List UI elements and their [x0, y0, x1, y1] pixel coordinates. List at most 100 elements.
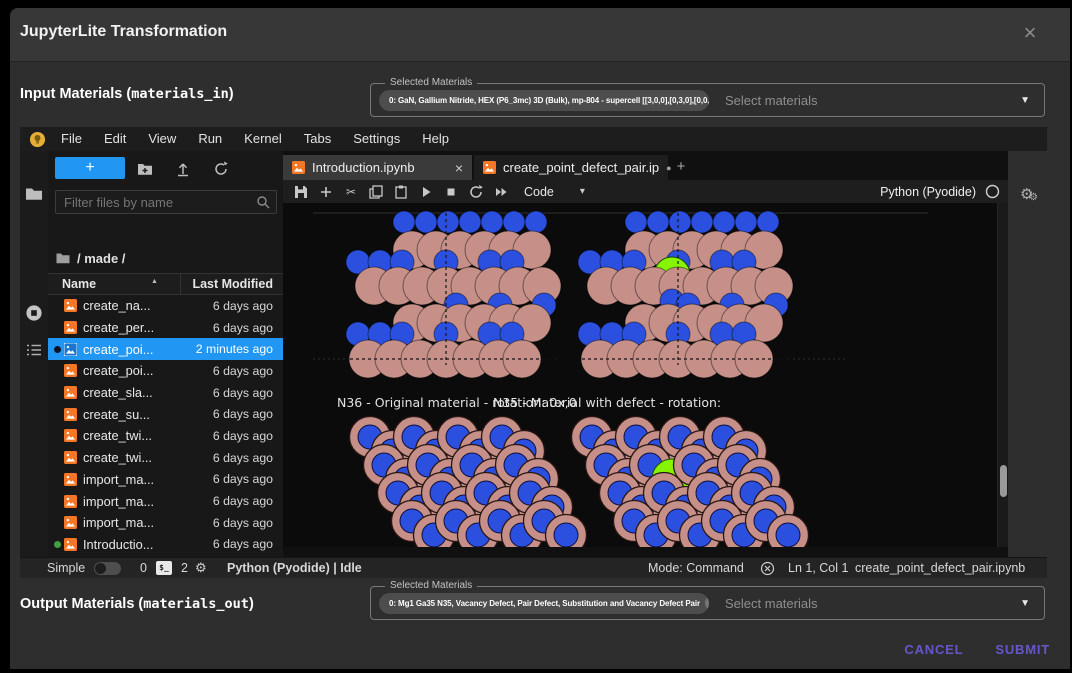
- cell-type-select[interactable]: Code ▾: [524, 185, 585, 199]
- file-row[interactable]: create_twi... 6 days ago: [48, 425, 283, 447]
- cancel-button[interactable]: CANCEL: [904, 642, 963, 657]
- file-row[interactable]: create_twi... 6 days ago: [48, 447, 283, 469]
- menu-view[interactable]: View: [137, 127, 187, 151]
- tab-label: Introduction.ipynb: [312, 160, 415, 175]
- file-status-dot: [54, 476, 61, 483]
- menu-file[interactable]: File: [50, 127, 93, 151]
- file-name: import_ma...: [83, 515, 154, 530]
- input-material-chip[interactable]: 0: GaN, Gallium Nitride, HEX (P6_3mc) 3D…: [379, 90, 709, 111]
- notebook-icon: [292, 161, 305, 174]
- output-materials-select[interactable]: Selected Materials 0: Mg1 Ga35 N35, Vaca…: [370, 586, 1045, 620]
- submit-button[interactable]: SUBMIT: [995, 642, 1050, 657]
- running-kernels-icon[interactable]: [25, 304, 43, 322]
- file-row[interactable]: Introductio... 6 days ago: [48, 534, 283, 556]
- refresh-icon[interactable]: [213, 161, 229, 177]
- home-folder-icon[interactable]: [56, 252, 70, 264]
- file-row[interactable]: create_sla... 6 days ago: [48, 382, 283, 404]
- kernel-name[interactable]: Python (Pyodide): [880, 185, 976, 199]
- dialog-header: JupyterLite Transformation ×: [10, 8, 1070, 62]
- file-row[interactable]: create_poi... 6 days ago: [48, 360, 283, 382]
- input-materials-select[interactable]: Selected Materials 0: GaN, Gallium Nitri…: [370, 83, 1045, 117]
- file-browser-tab-icon[interactable]: [25, 185, 43, 203]
- figure-caption-defect: N35 - Material with defect - rotation:: [493, 395, 721, 410]
- new-folder-icon[interactable]: [137, 161, 153, 177]
- chevron-down-icon[interactable]: ▼: [1020, 95, 1030, 106]
- breadcrumb[interactable]: / made /: [56, 249, 125, 267]
- notebook-icon: [64, 321, 77, 334]
- chevron-down-icon: ▾: [580, 186, 585, 197]
- kernel-status-icon: [985, 184, 1000, 199]
- output-select-placeholder: Select materials: [725, 596, 817, 611]
- file-row[interactable]: create_poi... 2 minutes ago: [48, 338, 283, 360]
- input-select-legend: Selected Materials: [385, 77, 477, 89]
- new-tab-button[interactable]: +: [668, 155, 694, 180]
- file-list: create_na... 6 days ago create_per... 6 …: [48, 295, 283, 557]
- file-browser: +: [48, 151, 283, 557]
- scrollbar-thumb[interactable]: [1000, 465, 1007, 497]
- file-row[interactable]: create_su... 6 days ago: [48, 403, 283, 425]
- save-button[interactable]: [294, 185, 308, 199]
- upload-icon[interactable]: [175, 161, 191, 177]
- tab-create-point-defect-pair[interactable]: create_point_defect_pair.ip ●: [474, 155, 668, 180]
- file-name: create_poi...: [83, 363, 153, 378]
- menu-items: FileEditViewRunKernelTabsSettingsHelp: [50, 127, 460, 151]
- filter-files-box[interactable]: [55, 190, 277, 214]
- interrupt-kernel-button[interactable]: [444, 185, 458, 199]
- file-modified: 6 days ago: [213, 472, 273, 486]
- cut-cells-icon[interactable]: ✂: [344, 185, 358, 199]
- gears-icon[interactable]: ⚙ ⚙: [1020, 185, 1033, 203]
- kernel-icon[interactable]: ⚙: [195, 558, 207, 578]
- menu-help[interactable]: Help: [411, 127, 460, 151]
- screen: JupyterLite Transformation × Input Mater…: [0, 0, 1072, 673]
- filter-files-input[interactable]: [56, 191, 276, 213]
- sort-ascending-icon[interactable]: ▲: [151, 278, 158, 285]
- file-name: create_sla...: [83, 385, 153, 400]
- file-modified: 6 days ago: [213, 451, 273, 465]
- file-name: create_twi...: [83, 450, 152, 465]
- run-cell-button[interactable]: [419, 185, 433, 199]
- cell-type-value: Code: [524, 185, 554, 199]
- remove-chip-icon[interactable]: ×: [705, 596, 709, 610]
- notebook-icon: [64, 343, 77, 356]
- cursor-position[interactable]: Ln 1, Col 1: [788, 558, 848, 578]
- jupyterlab-panel: FileEditViewRunKernelTabsSettingsHelp: [20, 127, 1047, 578]
- column-last-modified[interactable]: Last Modified: [192, 277, 273, 291]
- close-icon[interactable]: ×: [455, 160, 463, 176]
- notebook-scrollbar[interactable]: [997, 203, 1008, 547]
- table-of-contents-icon[interactable]: [25, 341, 43, 359]
- dialog-footer: CANCEL SUBMIT: [904, 642, 1050, 657]
- file-row[interactable]: import_ma... 6 days ago: [48, 512, 283, 534]
- new-launcher-button[interactable]: +: [55, 157, 125, 179]
- menu-tabs[interactable]: Tabs: [293, 127, 342, 151]
- simple-mode-toggle[interactable]: [94, 562, 121, 575]
- notebook-icon: [64, 473, 77, 486]
- close-icon[interactable]: ×: [1016, 20, 1044, 46]
- file-status-dot: [54, 432, 61, 439]
- run-all-cells-button[interactable]: [494, 185, 508, 199]
- paste-cells-button[interactable]: [394, 185, 408, 199]
- menu-run[interactable]: Run: [187, 127, 233, 151]
- tab-label: create_point_defect_pair.ip: [503, 160, 659, 175]
- menu-bar: FileEditViewRunKernelTabsSettingsHelp: [20, 127, 1047, 151]
- tab-introduction[interactable]: Introduction.ipynb ×: [283, 155, 472, 180]
- file-row[interactable]: create_na... 6 days ago: [48, 295, 283, 317]
- menu-edit[interactable]: Edit: [93, 127, 137, 151]
- kernels-count[interactable]: 2: [181, 558, 188, 578]
- restart-kernel-button[interactable]: [469, 185, 483, 199]
- file-row[interactable]: create_per... 6 days ago: [48, 317, 283, 339]
- menu-kernel[interactable]: Kernel: [233, 127, 293, 151]
- chevron-down-icon[interactable]: ▼: [1020, 598, 1030, 609]
- menu-settings[interactable]: Settings: [342, 127, 411, 151]
- output-material-chip[interactable]: 0: Mg1 Ga35 N35, Vacancy Defect, Pair De…: [379, 593, 709, 614]
- kernel-status-text[interactable]: Python (Pyodide) | Idle: [227, 558, 362, 578]
- file-row[interactable]: import_ma... 6 days ago: [48, 469, 283, 491]
- file-row[interactable]: import_ma... 6 days ago: [48, 490, 283, 512]
- column-name[interactable]: Name: [62, 277, 96, 291]
- add-cell-button[interactable]: [319, 185, 333, 199]
- file-status-dot: [54, 411, 61, 418]
- terminals-count[interactable]: 0: [140, 558, 147, 578]
- breadcrumb-path[interactable]: / made /: [77, 251, 125, 266]
- editor-mode[interactable]: Mode: Command: [648, 558, 744, 578]
- copy-cells-button[interactable]: [369, 185, 383, 199]
- terminal-icon[interactable]: $_: [156, 561, 172, 575]
